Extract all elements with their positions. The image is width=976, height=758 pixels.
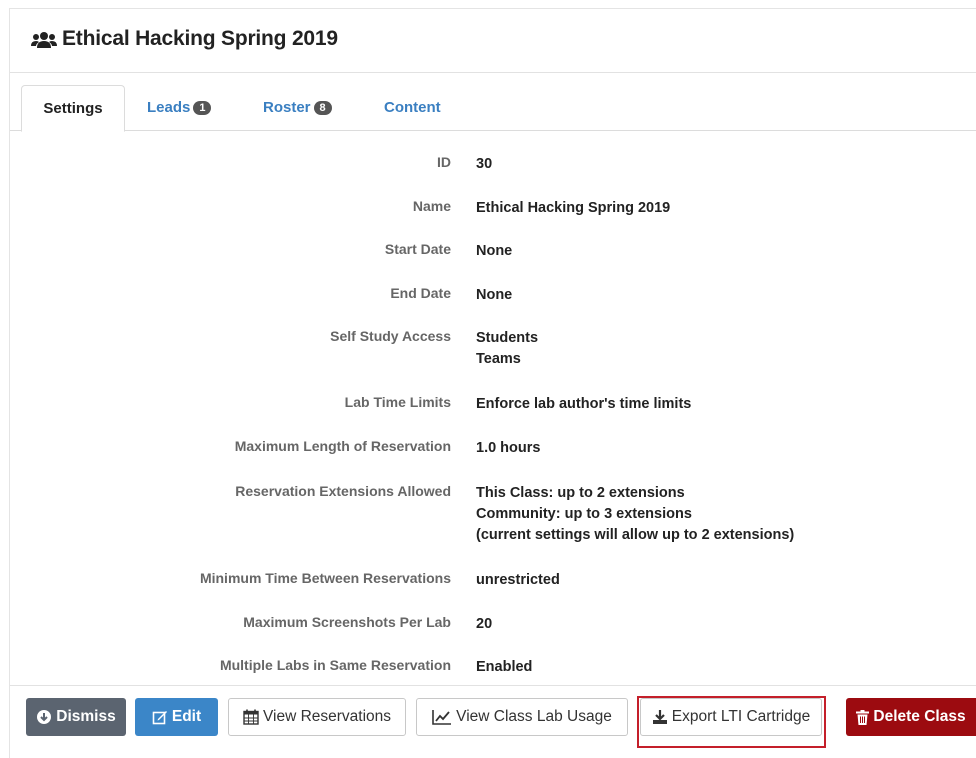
tab-content-label: Content (384, 99, 441, 116)
panel-header: Ethical Hacking Spring 2019 (10, 9, 976, 73)
setting-label: Name (412, 198, 451, 214)
self-study-teams: Teams (476, 351, 521, 367)
line-chart-icon (432, 710, 452, 725)
setting-label: Multiple Labs in Same Reservation (219, 657, 451, 673)
roster-count-badge: 8 (313, 101, 332, 115)
page-title: Ethical Hacking Spring 2019 (62, 27, 338, 50)
view-reservations-button[interactable]: View Reservations (228, 698, 406, 736)
delete-class-button[interactable]: Delete Class (846, 698, 976, 736)
setting-label: ID (437, 154, 451, 170)
setting-label: Reservation Extensions Allowed (235, 483, 451, 499)
dismiss-label: Dismiss (56, 708, 116, 725)
setting-value: 30 (476, 156, 493, 172)
arrow-circle-down-icon (37, 710, 52, 724)
export-lti-cartridge-label: Export LTI Cartridge (671, 708, 811, 725)
tab-roster-label: Roster (263, 99, 311, 116)
users-icon (31, 32, 57, 48)
class-panel: Ethical Hacking Spring 2019 Settings Lea… (9, 8, 976, 758)
tab-leads-label: Leads (147, 99, 191, 116)
setting-value: unrestricted (476, 572, 560, 588)
extensions-community: Community: up to 3 extensions (476, 506, 692, 522)
setting-value: This Class: up to 2 extensions Community… (476, 483, 794, 546)
leads-count-badge: 1 (193, 101, 212, 115)
tab-leads[interactable]: Leads 1 (147, 85, 212, 131)
edit-button[interactable]: Edit (135, 698, 218, 736)
setting-value: Enabled (476, 659, 533, 675)
tab-settings-label: Settings (43, 100, 103, 117)
setting-value: Students Teams (476, 328, 538, 370)
view-class-lab-usage-label: View Class Lab Usage (456, 708, 612, 725)
setting-value: None (476, 243, 513, 259)
setting-value: Enforce lab author's time limits (476, 396, 692, 412)
tab-settings[interactable]: Settings (21, 85, 125, 132)
trash-icon (856, 709, 870, 725)
view-reservations-label: View Reservations (262, 708, 392, 725)
tab-roster[interactable]: Roster 8 (263, 85, 332, 131)
delete-class-label: Delete Class (873, 708, 966, 725)
setting-value: Ethical Hacking Spring 2019 (476, 200, 671, 216)
setting-value: None (476, 287, 513, 303)
setting-label: Start Date (384, 241, 451, 257)
tab-bar: Settings Leads 1 Roster 8 Content (10, 85, 976, 132)
download-icon (652, 710, 667, 724)
edit-label: Edit (171, 708, 202, 725)
extensions-note: (current settings will allow up to 2 ext… (476, 527, 795, 543)
tab-content[interactable]: Content (384, 85, 441, 131)
setting-label: End Date (390, 285, 451, 301)
view-class-lab-usage-button[interactable]: View Class Lab Usage (416, 698, 628, 736)
export-lti-cartridge-button[interactable]: Export LTI Cartridge (640, 698, 822, 736)
extensions-class: This Class: up to 2 extensions (476, 485, 685, 501)
setting-label: Maximum Length of Reservation (234, 438, 451, 454)
setting-value: 20 (476, 616, 493, 632)
setting-label: Maximum Screenshots Per Lab (243, 614, 451, 630)
calendar-icon (243, 709, 259, 725)
setting-label: Minimum Time Between Reservations (199, 570, 451, 586)
self-study-students: Students (476, 330, 539, 346)
setting-label: Self Study Access (330, 328, 451, 344)
setting-label: Lab Time Limits (344, 394, 451, 410)
setting-value: 1.0 hours (476, 440, 541, 456)
edit-icon (152, 711, 167, 725)
dismiss-button[interactable]: Dismiss (26, 698, 126, 736)
